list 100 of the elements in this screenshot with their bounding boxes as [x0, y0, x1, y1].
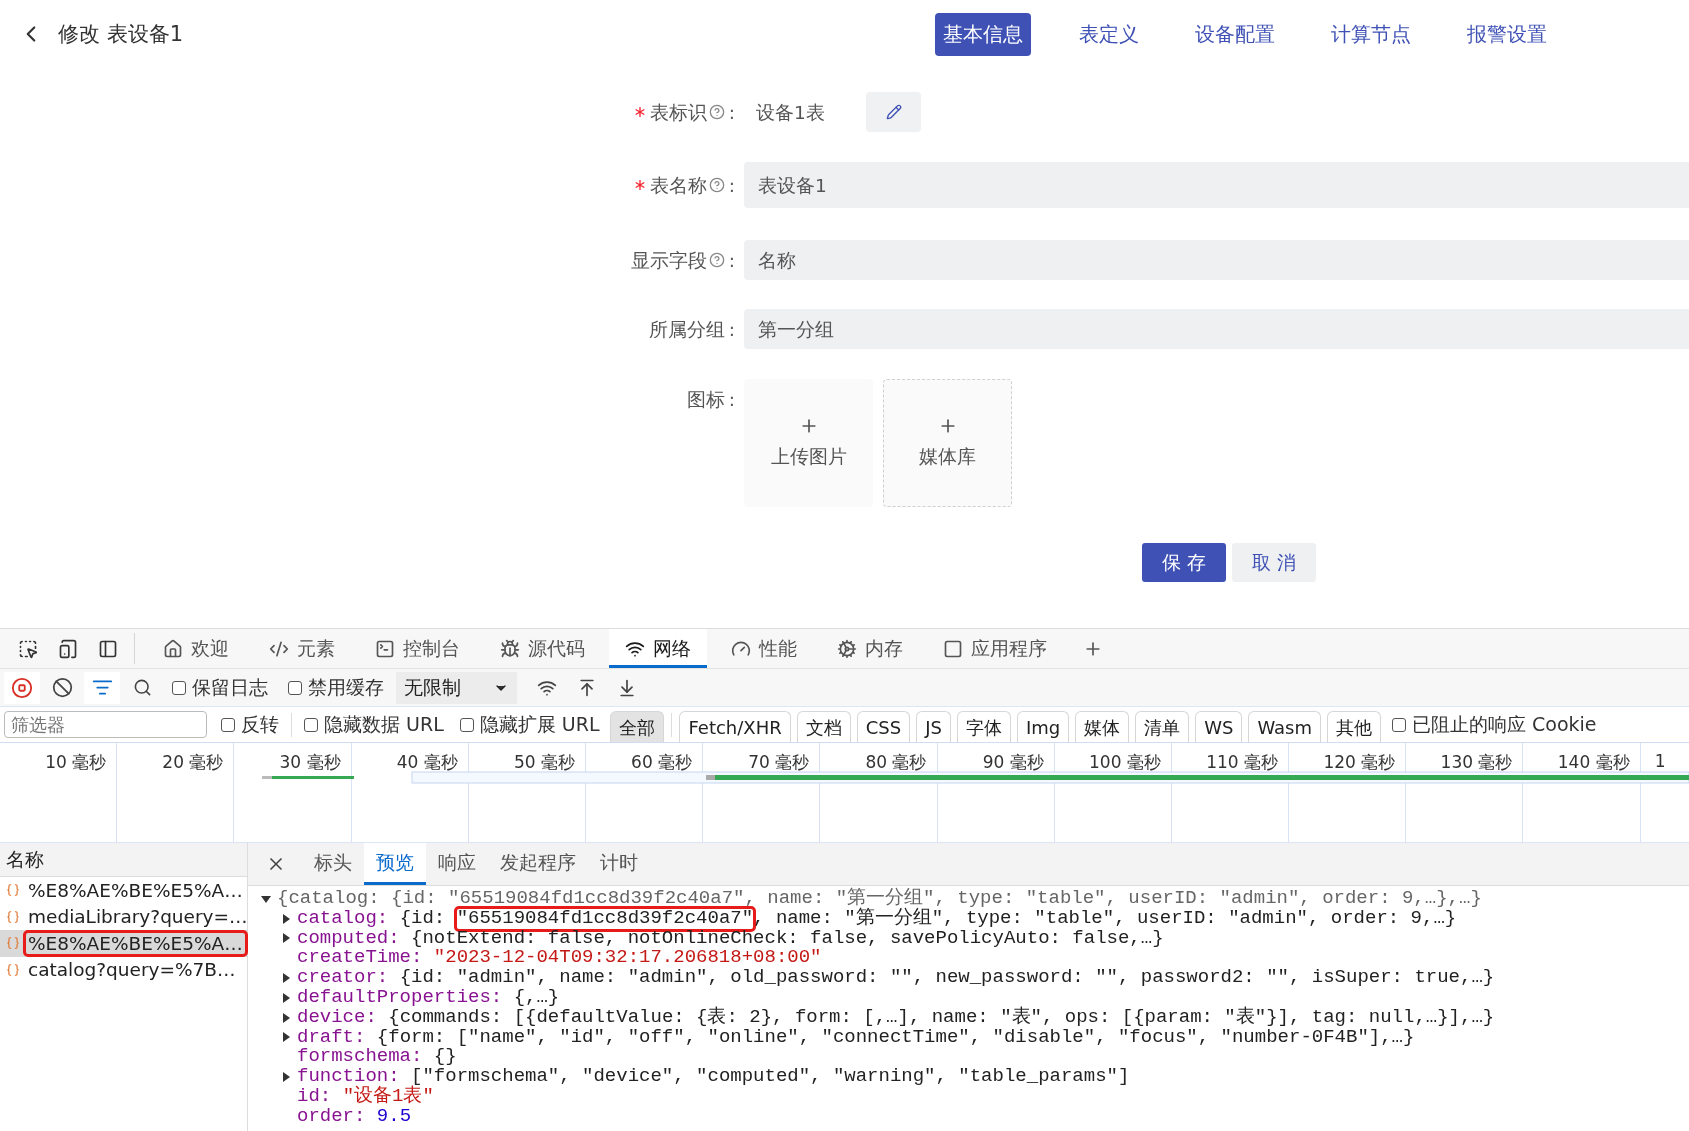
- field-label: 图标: [686, 387, 725, 412]
- gear-icon: [837, 638, 857, 659]
- collapsed-triangle-icon[interactable]: [280, 972, 292, 985]
- edit-button[interactable]: [866, 92, 921, 132]
- tick-label: 30 毫秒: [279, 751, 341, 774]
- filter-field[interactable]: 筛选器: [4, 711, 207, 738]
- inspect-icon[interactable]: [18, 638, 38, 659]
- json-key: createTime:: [297, 948, 423, 969]
- pencil-icon: [885, 104, 902, 120]
- tick-label: 20 毫秒: [162, 751, 224, 774]
- type-filter-chip[interactable]: 清单: [1135, 711, 1190, 742]
- request-row[interactable]: mediaLibrary?query=…: [0, 903, 247, 930]
- collapsed-triangle-icon[interactable]: [280, 1031, 292, 1044]
- save-button[interactable]: 保 存: [1142, 543, 1226, 582]
- checkbox[interactable]: 隐藏数据 URL: [304, 711, 444, 738]
- devtools-tab[interactable]: 内存: [821, 629, 919, 668]
- tick-label: 60 毫秒: [631, 751, 693, 774]
- input-field[interactable]: 第一分组: [744, 309, 1689, 349]
- house-icon: [163, 638, 183, 659]
- collapsed-triangle-icon[interactable]: [280, 1011, 292, 1024]
- label-colon: :: [728, 318, 735, 340]
- upload-tile[interactable]: 上传图片: [744, 379, 873, 507]
- field-label: 表名称: [649, 173, 707, 198]
- detail-tab[interactable]: 响应: [426, 843, 488, 885]
- field-value: 设备1表: [755, 100, 826, 125]
- devtools-tab[interactable]: 网络: [609, 629, 707, 668]
- detail-tab[interactable]: 标头: [302, 843, 364, 885]
- dock-icon[interactable]: [98, 638, 118, 659]
- tick-label: 120 毫秒: [1323, 751, 1396, 774]
- devtools-tab[interactable]: 性能: [715, 629, 813, 668]
- help-icon[interactable]: [708, 252, 725, 268]
- bug-icon: [500, 638, 520, 659]
- detail-tab[interactable]: 计时: [588, 843, 650, 885]
- type-filter-chip[interactable]: Wasm: [1248, 711, 1321, 742]
- devtools-tab[interactable]: 元素: [253, 629, 351, 668]
- upload-icon: [577, 677, 597, 698]
- upload-tile[interactable]: 媒体库: [883, 379, 1012, 507]
- checkbox[interactable]: 隐藏扩展 URL: [459, 711, 600, 738]
- section-tab[interactable]: 报警设置: [1459, 12, 1555, 56]
- device-icon[interactable]: [58, 638, 78, 659]
- detail-tab[interactable]: 预览: [364, 843, 426, 885]
- tick-label: 110 毫秒: [1206, 751, 1279, 774]
- type-filter-chip[interactable]: 文档: [796, 711, 851, 742]
- help-icon[interactable]: [708, 177, 725, 193]
- tick-label: 140 毫秒: [1557, 751, 1630, 774]
- checkbox[interactable]: 已阻止的响应 Cookie: [1392, 711, 1597, 738]
- section-tab[interactable]: 表定义: [1071, 12, 1147, 56]
- detail-tab[interactable]: 发起程序: [488, 843, 588, 885]
- throttle-select[interactable]: 无限制: [396, 671, 517, 704]
- cancel-button[interactable]: 取 消: [1232, 543, 1316, 582]
- label-colon: :: [728, 174, 735, 196]
- section-tab[interactable]: 计算节点: [1323, 12, 1419, 56]
- collapsed-triangle-icon[interactable]: [280, 912, 292, 925]
- tick-label: 10 毫秒: [45, 751, 107, 774]
- devtools-tab[interactable]: 欢迎: [147, 629, 245, 668]
- input-field[interactable]: 表设备1: [744, 162, 1689, 208]
- checkbox[interactable]: 保留日志: [172, 674, 268, 701]
- json-key: formschema:: [297, 1047, 423, 1068]
- request-row[interactable]: %E8%AE%BE%E5%A…: [0, 930, 247, 957]
- tick-label: 70 毫秒: [748, 751, 810, 774]
- collapsed-triangle-icon[interactable]: [280, 932, 292, 945]
- field-label: 表标识: [649, 100, 707, 125]
- checkbox[interactable]: 禁用缓存: [288, 674, 384, 701]
- devtools-tab[interactable]: 源代码: [484, 629, 601, 668]
- filter-button[interactable]: [84, 671, 120, 704]
- section-tab[interactable]: 基本信息: [935, 12, 1031, 56]
- request-name: %E8%AE%BE%E5%A…: [26, 932, 245, 954]
- ban-icon: [51, 677, 73, 698]
- json-key: draft:: [297, 1027, 366, 1048]
- help-icon[interactable]: [708, 104, 725, 120]
- collapsed-triangle-icon[interactable]: [280, 1071, 292, 1084]
- type-filter-chip[interactable]: Img: [1016, 711, 1070, 742]
- type-filter-chip[interactable]: WS: [1195, 711, 1243, 742]
- request-row[interactable]: %E8%AE%BE%E5%A…: [0, 877, 247, 904]
- label-colon: :: [728, 101, 735, 123]
- devtools-tab[interactable]: 控制台: [359, 629, 476, 668]
- json-value: 9.5: [376, 1106, 412, 1127]
- devtools-tab[interactable]: 应用程序: [927, 629, 1063, 668]
- type-filter-chip[interactable]: 全部: [610, 711, 665, 742]
- record-button[interactable]: [4, 671, 40, 704]
- json-key: computed:: [297, 928, 400, 949]
- type-filter-chip[interactable]: CSS: [856, 711, 911, 742]
- json-key: defaultProperties:: [297, 988, 503, 1008]
- type-filter-chip[interactable]: 其他: [1327, 711, 1381, 742]
- section-tab[interactable]: 设备配置: [1187, 12, 1283, 56]
- json-value: "65519084fd1cc8d39f2c40a7": [456, 908, 754, 929]
- type-filter-chip[interactable]: 字体: [956, 711, 1011, 742]
- console-icon: [375, 638, 395, 659]
- label-colon: :: [728, 388, 735, 410]
- tick-label: 50 毫秒: [513, 751, 575, 774]
- request-row[interactable]: catalog?query=%7B…: [0, 956, 247, 983]
- type-filter-chip[interactable]: JS: [916, 711, 951, 742]
- collapsed-triangle-icon[interactable]: [280, 991, 292, 1004]
- checkbox[interactable]: 反转: [221, 711, 279, 738]
- input-field[interactable]: 名称: [744, 240, 1689, 280]
- json-value: "设备1表": [342, 1086, 434, 1107]
- type-filter-chip[interactable]: 媒体: [1075, 711, 1130, 742]
- tick-label: 130 毫秒: [1440, 751, 1513, 774]
- type-filter-chip[interactable]: Fetch/XHR: [679, 711, 791, 742]
- json-value: {,…}: [513, 988, 560, 1008]
